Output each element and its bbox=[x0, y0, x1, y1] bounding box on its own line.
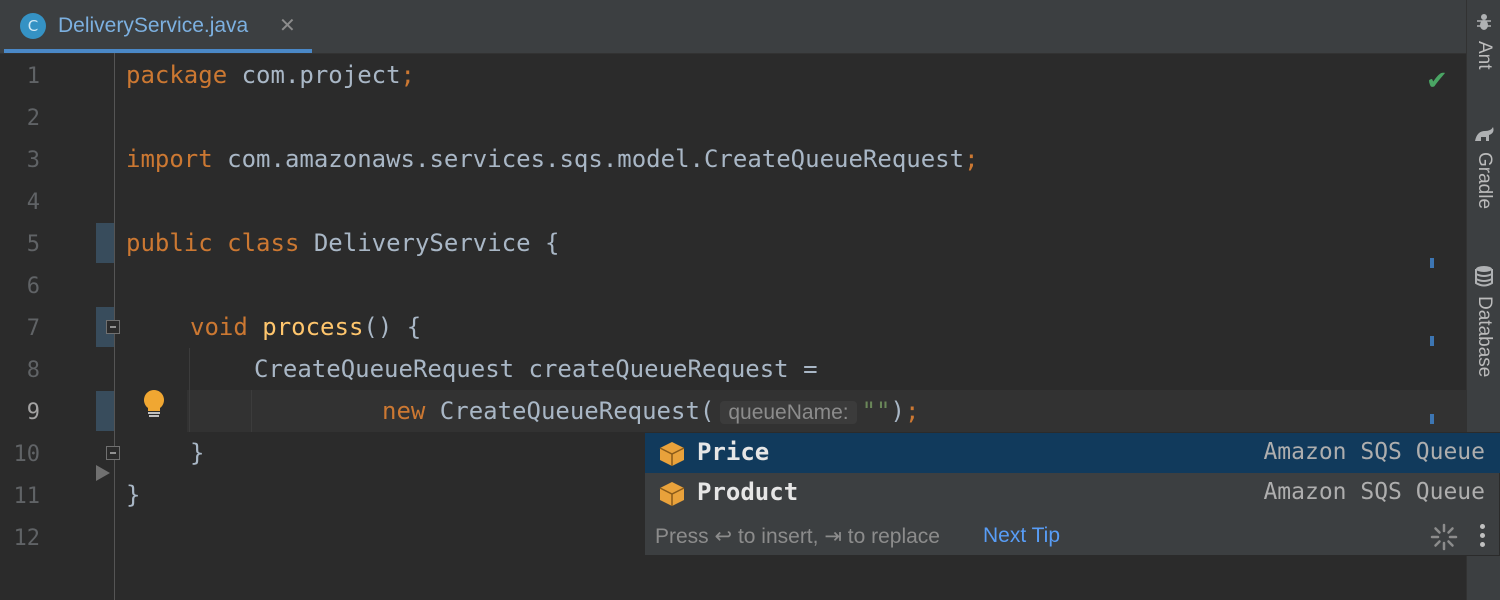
toolwindow-label: Ant bbox=[1474, 41, 1495, 70]
code-line-7[interactable]: void process() { bbox=[190, 307, 421, 347]
fold-collapse-icon[interactable] bbox=[106, 446, 120, 460]
line-number-current: 9 bbox=[26, 400, 40, 425]
line-number: 8 bbox=[26, 358, 40, 383]
line-number: 11 bbox=[13, 484, 41, 509]
completion-item-product[interactable]: Product Amazon SQS Queue bbox=[645, 473, 1500, 513]
line-number: 6 bbox=[26, 274, 40, 299]
toolwindow-ant[interactable]: Ant bbox=[1467, 12, 1500, 70]
error-stripe-mark[interactable] bbox=[1430, 414, 1434, 424]
line-number: 12 bbox=[13, 526, 41, 551]
error-stripe-mark[interactable] bbox=[1430, 336, 1434, 346]
database-icon bbox=[1474, 265, 1494, 292]
code-line-10[interactable]: } bbox=[190, 433, 204, 473]
completion-item-type: Amazon SQS Queue bbox=[1263, 479, 1485, 505]
indent-guide bbox=[189, 348, 190, 432]
toolwindow-label: Gradle bbox=[1474, 152, 1495, 210]
parameter-name-hint: queueName: bbox=[720, 401, 857, 424]
code-line-1[interactable]: package com.project; bbox=[126, 55, 415, 95]
line-number: 3 bbox=[26, 148, 40, 173]
line-number: 5 bbox=[26, 232, 40, 257]
inspection-ok-icon[interactable]: ✔ bbox=[1426, 66, 1448, 96]
completion-item-type: Amazon SQS Queue bbox=[1263, 439, 1485, 465]
line-number: 4 bbox=[26, 190, 40, 215]
completion-item-label: Price bbox=[697, 438, 770, 466]
package-icon bbox=[659, 441, 685, 472]
line-number: 7 bbox=[26, 316, 40, 341]
loading-spinner-icon bbox=[1430, 523, 1458, 551]
active-tab-indicator bbox=[4, 49, 312, 53]
completion-item-price[interactable]: Price Amazon SQS Queue bbox=[645, 433, 1500, 473]
completion-popup: Price Amazon SQS Queue Product Amazon SQ… bbox=[644, 432, 1500, 556]
completion-hint-text: Press ↩ to insert, ⇥ to replace bbox=[655, 525, 940, 548]
fold-collapse-icon[interactable] bbox=[106, 320, 120, 334]
ant-icon bbox=[1474, 12, 1494, 37]
code-line-3[interactable]: import com.amazonaws.services.sqs.model.… bbox=[126, 139, 979, 179]
line-number: 2 bbox=[26, 106, 40, 131]
indent-guide bbox=[251, 390, 252, 432]
tab-delivery-service[interactable]: C DeliveryService.java ✕ bbox=[4, 0, 312, 53]
more-options-icon[interactable] bbox=[1480, 524, 1486, 551]
code-line-8[interactable]: CreateQueueRequest createQueueRequest = bbox=[254, 349, 818, 389]
line-number: 10 bbox=[13, 442, 41, 467]
error-stripe-mark[interactable] bbox=[1430, 258, 1434, 268]
next-tip-link[interactable]: Next Tip bbox=[983, 524, 1060, 548]
code-line-5[interactable]: public class DeliveryService { bbox=[126, 223, 559, 263]
completion-item-label: Product bbox=[697, 478, 799, 506]
toolwindow-label: Database bbox=[1474, 296, 1495, 378]
java-class-icon: C bbox=[20, 13, 46, 39]
vcs-change-marker[interactable] bbox=[96, 223, 114, 263]
code-line-11[interactable]: } bbox=[126, 475, 140, 515]
toolwindow-gradle[interactable]: Gradle bbox=[1467, 125, 1500, 209]
breakpoint-arrow-icon bbox=[96, 465, 110, 481]
code-line-9[interactable]: new CreateQueueRequest(queueName: ""); bbox=[382, 391, 919, 431]
gradle-icon bbox=[1473, 125, 1495, 148]
close-icon[interactable]: ✕ bbox=[279, 13, 296, 37]
tab-title: DeliveryService.java bbox=[58, 14, 249, 37]
line-number: 1 bbox=[26, 64, 40, 89]
completion-footer: Press ↩ to insert, ⇥ to replace Next Tip bbox=[645, 517, 1500, 555]
editor-tab-bar: C DeliveryService.java ✕ bbox=[0, 0, 1466, 54]
toolwindow-database[interactable]: Database bbox=[1467, 265, 1500, 377]
package-icon bbox=[659, 481, 685, 512]
vcs-change-marker[interactable] bbox=[96, 391, 114, 431]
intention-bulb-icon[interactable] bbox=[142, 389, 166, 424]
